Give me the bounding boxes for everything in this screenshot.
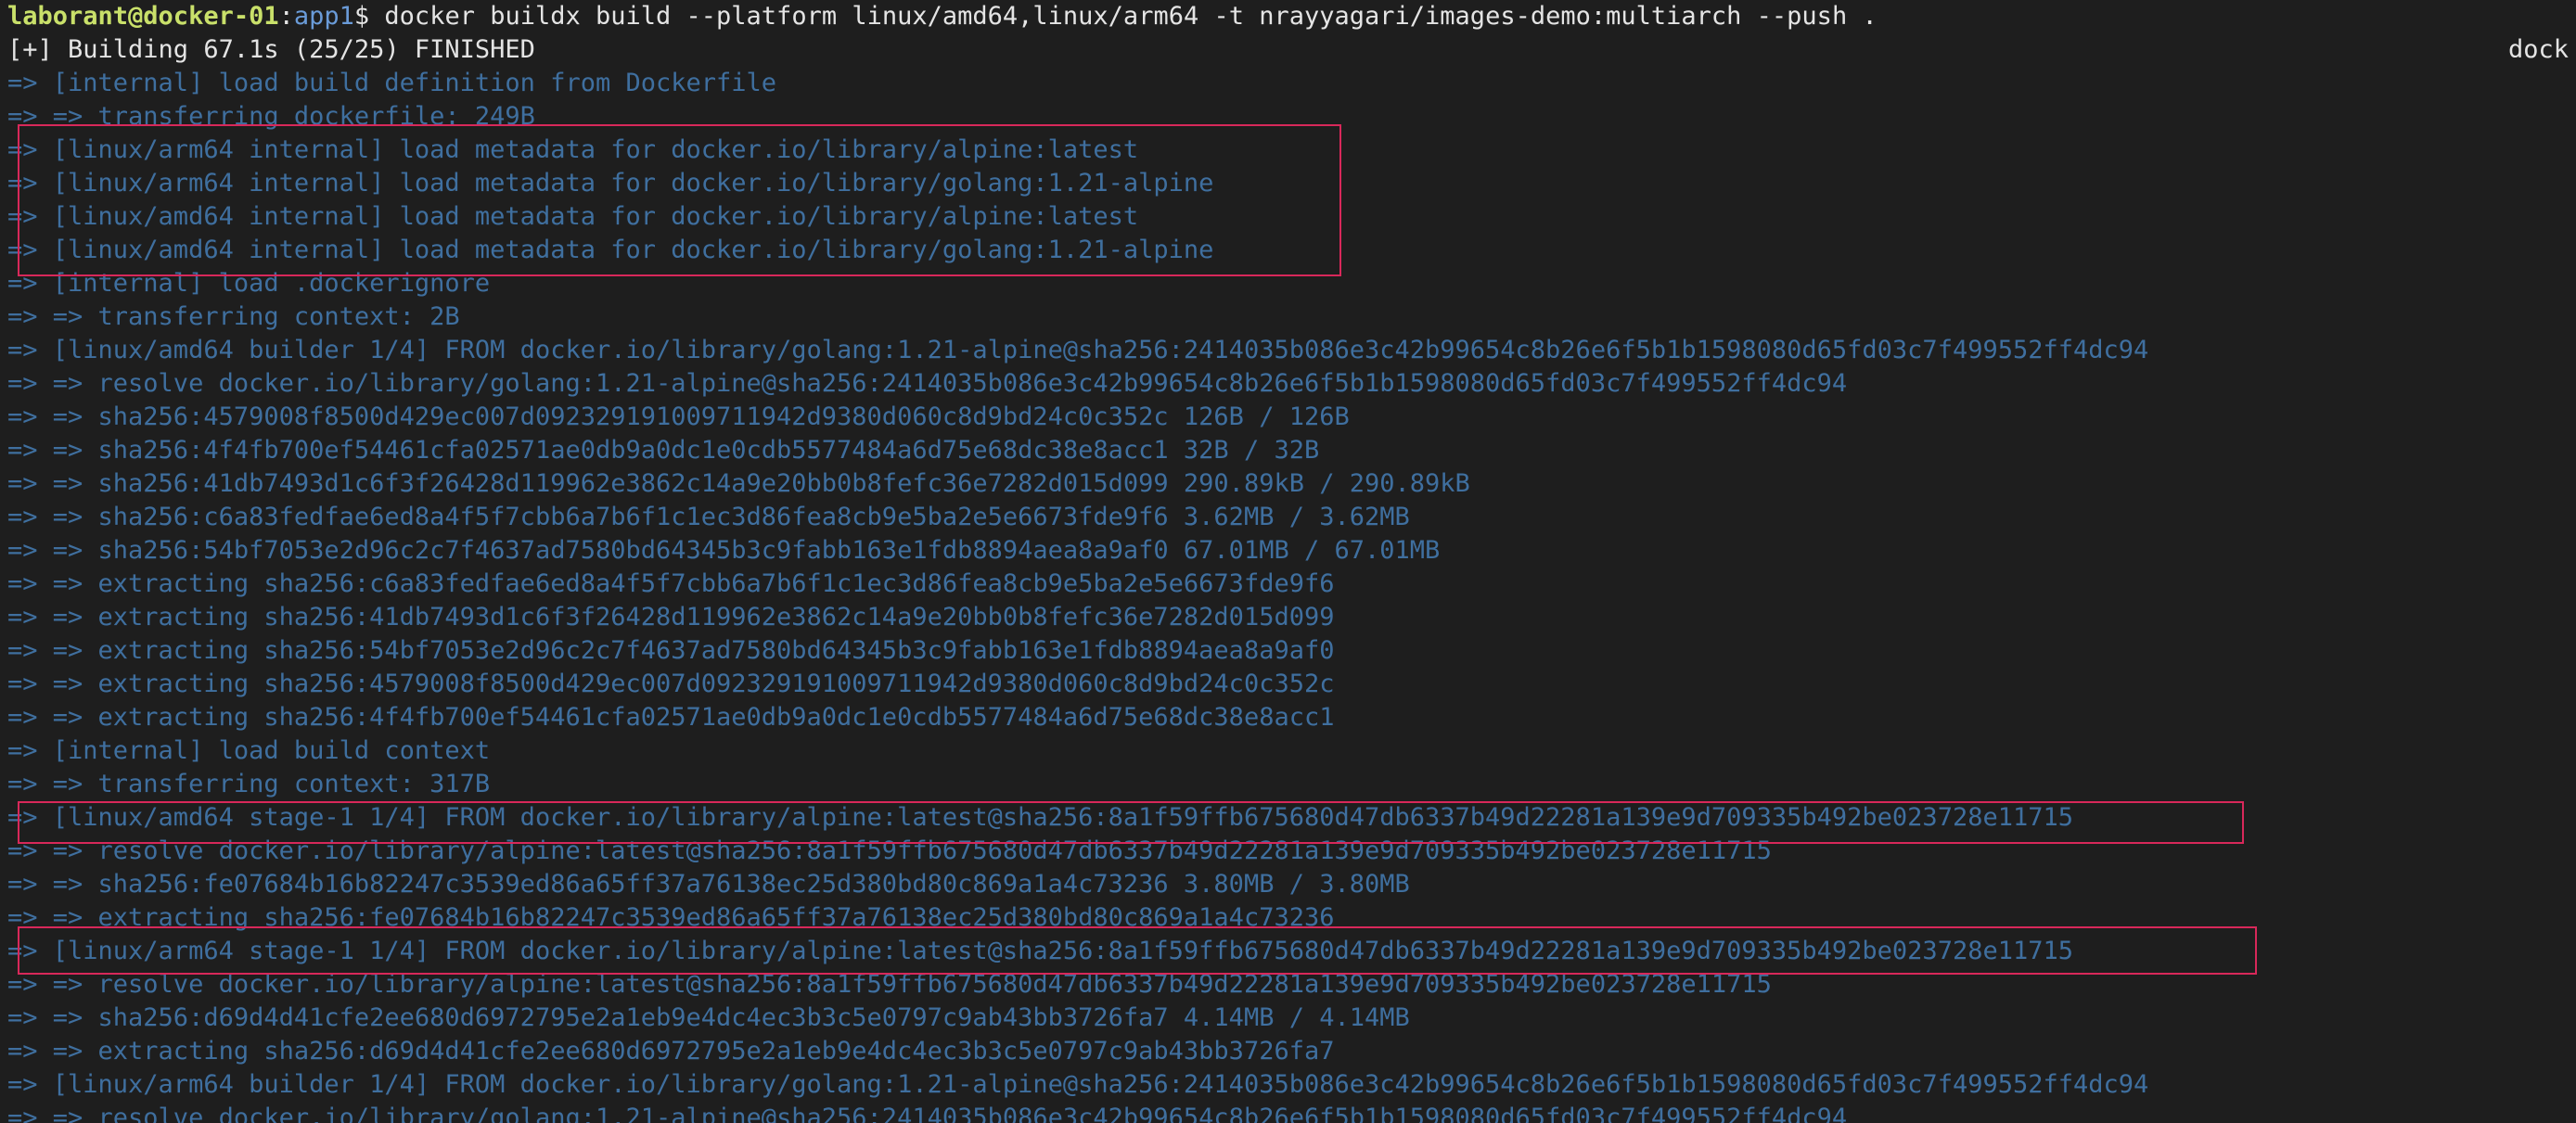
output-line: => => sha256:fe07684b16b82247c3539ed86a6… [7, 870, 1410, 899]
output-line: => => transferring context: 317B [7, 770, 491, 798]
output-line: => => resolve docker.io/library/alpine:l… [7, 836, 1772, 865]
output-line: => [linux/amd64 internal] load metadata … [7, 202, 1139, 231]
output-line: => [linux/amd64 builder 1/4] FROM docker… [7, 336, 2149, 364]
output-line: => => extracting sha256:d69d4d41cfe2ee68… [7, 1037, 1335, 1066]
output-line: => => sha256:4f4fb700ef54461cfa02571ae0d… [7, 436, 1320, 465]
prompt-command: docker buildx build --platform linux/amd… [384, 2, 1878, 31]
output-line: => [linux/amd64 internal] load metadata … [7, 236, 1214, 264]
prompt-symbol: $ [353, 2, 385, 31]
output-line: => => resolve docker.io/library/golang:1… [7, 1104, 1848, 1123]
output-line: => => resolve docker.io/library/alpine:l… [7, 970, 1772, 999]
output-line: => [linux/arm64 stage-1 1/4] FROM docker… [7, 937, 2073, 965]
prompt-path: app1 [293, 2, 354, 31]
build-status-line: [+] Building 67.1s (25/25) FINISHED [7, 35, 535, 64]
output-line: => => extracting sha256:4f4fb700ef54461c… [7, 703, 1335, 732]
output-line: => => sha256:41db7493d1c6f3f26428d119962… [7, 469, 1470, 498]
build-status-right-text: dock [2508, 35, 2570, 64]
output-line: => [linux/arm64 internal] load metadata … [7, 135, 1139, 164]
output-line: => => sha256:c6a83fedfae6ed8a4f5f7cbb6a7… [7, 503, 1410, 531]
output-line: => => sha256:4579008f8500d429ec007d09232… [7, 402, 1350, 431]
output-line: => => extracting sha256:4579008f8500d429… [7, 670, 1335, 698]
output-line: => [internal] load build context [7, 736, 491, 765]
prompt-line: laborant@docker-01:app1$ docker buildx b… [7, 0, 1878, 33]
output-line: => => resolve docker.io/library/golang:1… [7, 369, 1848, 398]
output-line: => => extracting sha256:54bf7053e2d96c2c… [7, 636, 1335, 665]
prompt-user-host: laborant@docker-01 [7, 2, 279, 31]
output-line: => [internal] load .dockerignore [7, 269, 491, 298]
output-line: => [linux/arm64 builder 1/4] FROM docker… [7, 1070, 2149, 1099]
output-line: => => extracting sha256:fe07684b16b82247… [7, 903, 1335, 932]
terminal-window[interactable]: laborant@docker-01:app1$ docker buildx b… [0, 0, 2576, 1123]
output-line: => [linux/arm64 internal] load metadata … [7, 169, 1214, 198]
output-line: => => extracting sha256:41db7493d1c6f3f2… [7, 603, 1335, 632]
output-line: => [internal] load build definition from… [7, 69, 777, 97]
output-line: => => extracting sha256:c6a83fedfae6ed8a… [7, 569, 1335, 598]
output-line: => => transferring dockerfile: 249B [7, 102, 535, 131]
output-line: => [linux/amd64 stage-1 1/4] FROM docker… [7, 803, 2073, 832]
output-line: => => transferring context: 2B [7, 302, 460, 331]
output-line: => => sha256:d69d4d41cfe2ee680d6972795e2… [7, 1003, 1410, 1032]
prompt-separator: : [278, 2, 294, 31]
output-line: => => sha256:54bf7053e2d96c2c7f4637ad758… [7, 536, 1441, 565]
